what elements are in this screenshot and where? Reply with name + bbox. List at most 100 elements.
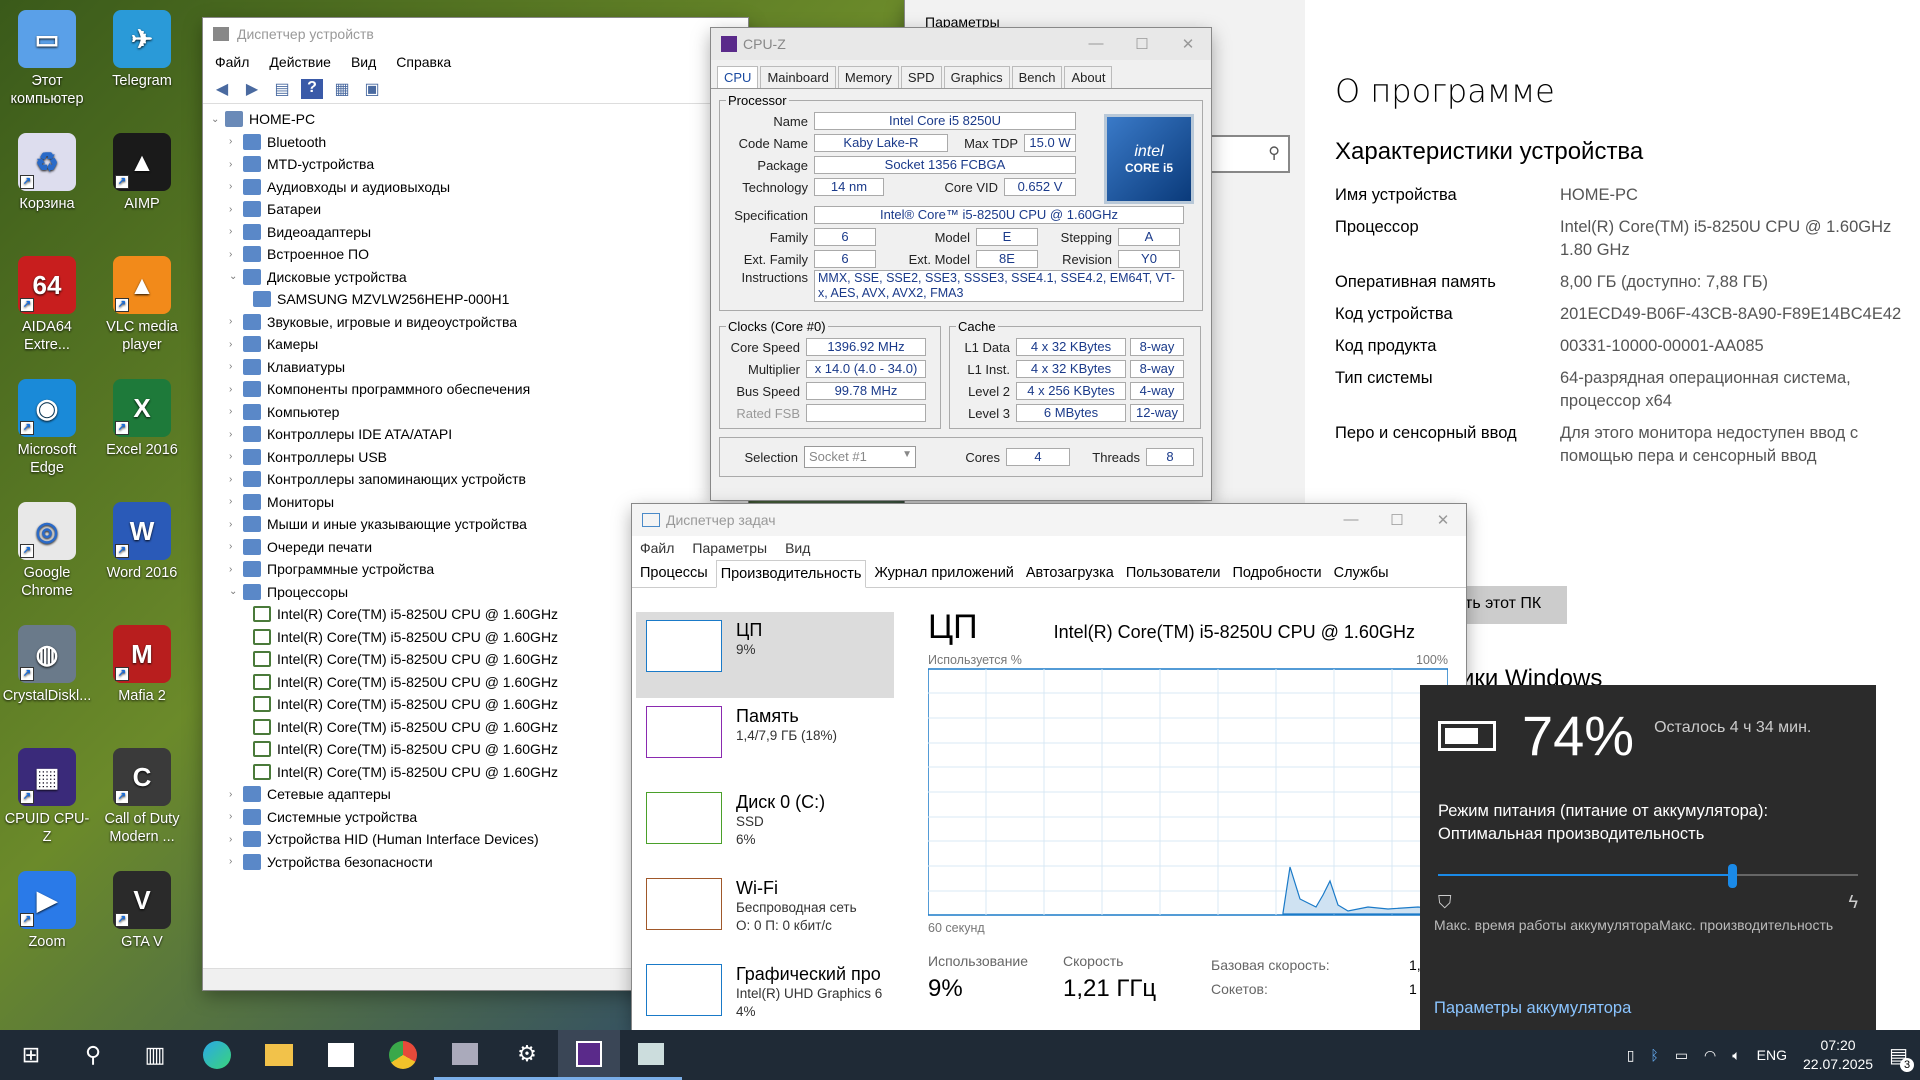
expand-icon[interactable]: › <box>229 159 243 170</box>
close-button[interactable]: ✕ <box>1420 511 1466 529</box>
socket-select[interactable]: Socket #1 ▼ <box>804 446 916 468</box>
desktop-icon-word[interactable]: W ↗ Word 2016 <box>96 502 188 582</box>
desktop-icon-vlc[interactable]: ▲ ↗ VLC media player <box>96 256 188 354</box>
tab-cpu[interactable]: CPU <box>717 66 759 88</box>
expand-icon[interactable]: › <box>229 811 243 822</box>
desktop-icon-aimp[interactable]: ▲ ↗ AIMP <box>96 133 188 213</box>
resource-item[interactable]: Wi-Fi Беспроводная сеть О: 0 П: 0 кбит/с <box>636 870 894 956</box>
desktop-icon-excel[interactable]: X ↗ Excel 2016 <box>96 379 188 459</box>
tab-spd[interactable]: SPD <box>900 66 942 88</box>
menu-item[interactable]: Файл <box>215 54 249 70</box>
update-driver-icon[interactable]: ▦ <box>331 79 353 99</box>
spec-value[interactable]: Intel(R) Core(TM) i5-8250U CPU @ 1.60GHz… <box>1560 216 1915 262</box>
spec-value[interactable]: HOME-PC <box>1560 184 1915 207</box>
minimize-button[interactable]: — <box>1328 511 1374 529</box>
properties-icon[interactable]: ▤ <box>271 79 293 99</box>
menu-item[interactable]: Вид <box>785 540 810 556</box>
tree-category[interactable]: › Bluetooth <box>211 131 748 154</box>
tree-category[interactable]: › Компьютер <box>211 401 748 424</box>
expand-icon[interactable]: › <box>229 564 243 575</box>
tree-device[interactable]: SAMSUNG MZVLW256HEHP-000H1 <box>211 288 748 311</box>
expand-icon[interactable]: › <box>229 181 243 192</box>
tab-bench[interactable]: Bench <box>1011 66 1063 88</box>
maximize-button[interactable]: ☐ <box>1119 35 1165 53</box>
expand-icon[interactable]: › <box>229 361 243 372</box>
tree-category[interactable]: › MTD-устройства <box>211 153 748 176</box>
taskbar-store[interactable] <box>310 1030 372 1080</box>
expand-icon[interactable]: › <box>229 429 243 440</box>
tree-category[interactable]: › Звуковые, игровые и видеоустройства <box>211 311 748 334</box>
tree-root[interactable]: ⌄ HOME-PC <box>211 108 748 131</box>
desktop-icon-cpuz[interactable]: ▦ ↗ CPUID CPU-Z <box>1 748 93 846</box>
desktop-icon-zoom[interactable]: ▶ ↗ Zoom <box>1 871 93 951</box>
collapse-icon[interactable]: ⌄ <box>229 586 243 597</box>
resource-item[interactable]: ЦП 9% <box>636 612 894 698</box>
expand-icon[interactable]: › <box>229 226 243 237</box>
task-view-button[interactable]: ▥ <box>124 1030 186 1080</box>
expand-icon[interactable]: › <box>229 451 243 462</box>
tree-category[interactable]: › Встроенное ПО <box>211 243 748 266</box>
expand-icon[interactable]: › <box>229 519 243 530</box>
tree-category[interactable]: › Камеры <box>211 333 748 356</box>
start-button[interactable]: ⊞ <box>0 1030 62 1080</box>
expand-icon[interactable]: › <box>229 496 243 507</box>
expand-icon[interactable]: › <box>229 204 243 215</box>
tm-tab[interactable]: Автозагрузка <box>1022 560 1118 587</box>
tree-category[interactable]: › Контроллеры IDE ATA/ATAPI <box>211 423 748 446</box>
desktop-icon-chrome[interactable]: ◎ ↗ Google Chrome <box>1 502 93 600</box>
bluetooth-icon[interactable]: ᛒ <box>1650 1047 1658 1063</box>
expand-icon[interactable]: › <box>229 474 243 485</box>
power-mode-slider[interactable] <box>1438 864 1858 888</box>
expand-icon[interactable]: › <box>229 541 243 552</box>
desktop-icon-gta[interactable]: V ↗ GTA V <box>96 871 188 951</box>
battery-tray-icon[interactable]: ▭ <box>1675 1047 1688 1064</box>
taskbar-edge[interactable] <box>186 1030 248 1080</box>
monitor-icon[interactable]: ▣ <box>361 79 383 99</box>
desktop-icon-cod[interactable]: C ↗ Call of Duty Modern ... <box>96 748 188 846</box>
desktop-icon-recycle-bin[interactable]: ♻ ↗ Корзина <box>1 133 93 213</box>
desktop-icon-computer[interactable]: ▭ Этот компьютер <box>1 10 93 108</box>
expand-icon[interactable]: › <box>229 406 243 417</box>
spec-value[interactable]: 00331-10000-00001-AA085 <box>1560 335 1915 358</box>
search-button[interactable]: ⚲ <box>62 1030 124 1080</box>
tree-category[interactable]: › Видеоадаптеры <box>211 221 748 244</box>
tree-category[interactable]: ⌄ Дисковые устройства <box>211 266 748 289</box>
expand-icon[interactable]: › <box>229 834 243 845</box>
tab-mainboard[interactable]: Mainboard <box>760 66 836 88</box>
collapse-icon[interactable]: ⌄ <box>211 114 225 125</box>
resource-item[interactable]: Диск 0 (C:) SSD 6% <box>636 784 894 870</box>
desktop-icon-mafia[interactable]: M ↗ Mafia 2 <box>96 625 188 705</box>
spec-value[interactable]: Для этого монитора недоступен ввод с пом… <box>1560 422 1915 468</box>
tm-tab[interactable]: Подробности <box>1229 560 1326 587</box>
expand-icon[interactable]: › <box>229 249 243 260</box>
tree-category[interactable]: › Компоненты программного обеспечения <box>211 378 748 401</box>
tree-category[interactable]: › Батареи <box>211 198 748 221</box>
taskbar-chrome[interactable] <box>372 1030 434 1080</box>
menu-item[interactable]: Справка <box>396 54 451 70</box>
taskbar-task-manager[interactable] <box>620 1030 682 1080</box>
tm-tab[interactable]: Службы <box>1330 560 1393 587</box>
minimize-button[interactable]: — <box>1073 35 1119 53</box>
tab-about[interactable]: About <box>1064 66 1113 88</box>
resource-item[interactable]: Память 1,4/7,9 ГБ (18%) <box>636 698 894 784</box>
forward-icon[interactable]: ▶ <box>241 79 263 99</box>
desktop-icon-edge[interactable]: ◉ ↗ Microsoft Edge <box>1 379 93 477</box>
expand-icon[interactable]: › <box>229 136 243 147</box>
expand-icon[interactable]: › <box>229 316 243 327</box>
clock[interactable]: 07:20 22.07.2025 <box>1803 1036 1873 1074</box>
language-indicator[interactable]: ENG <box>1757 1047 1787 1063</box>
taskbar-settings[interactable]: ⚙ <box>496 1030 558 1080</box>
spec-value[interactable]: 8,00 ГБ (доступно: 7,88 ГБ) <box>1560 271 1915 294</box>
tm-tab[interactable]: Журнал приложений <box>870 560 1017 587</box>
desktop-icon-crystaldisk[interactable]: ◍ ↗ CrystalDiskl... <box>1 625 93 705</box>
close-button[interactable]: ✕ <box>1165 35 1211 53</box>
tm-tab[interactable]: Процессы <box>636 560 712 587</box>
desktop-icon-aida64[interactable]: 64 ↗ AIDA64 Extre... <box>1 256 93 354</box>
taskbar-cpuz[interactable] <box>558 1030 620 1080</box>
maximize-button[interactable]: ☐ <box>1374 511 1420 529</box>
tree-category[interactable]: › Контроллеры USB <box>211 446 748 469</box>
taskbar-explorer[interactable] <box>248 1030 310 1080</box>
slider-thumb[interactable] <box>1728 864 1737 888</box>
tree-category[interactable]: › Контроллеры запоминающих устройств <box>211 468 748 491</box>
menu-item[interactable]: Вид <box>351 54 376 70</box>
